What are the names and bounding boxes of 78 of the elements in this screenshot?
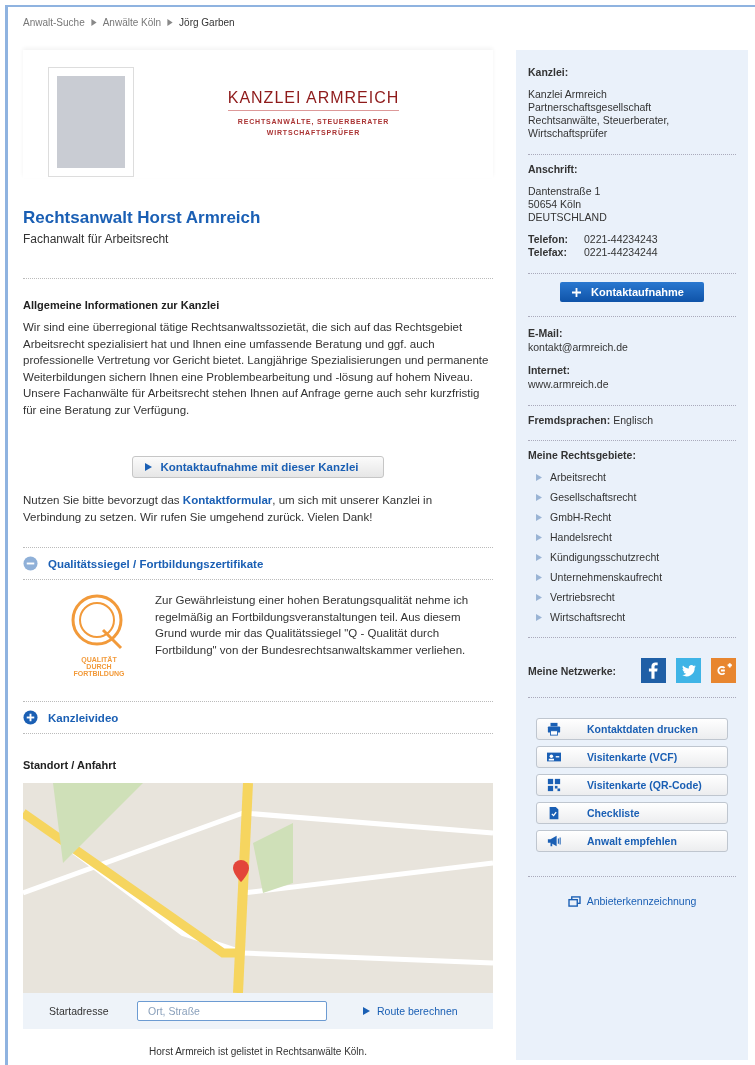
field-label: Meine Rechtsgebiete: [528,449,637,461]
arrow-icon [536,473,542,481]
section-heading: Standort / Anfahrt [23,759,118,771]
arrow-icon [536,553,542,561]
field-label: Kanzlei: [528,66,570,78]
expand-icon [23,710,38,725]
route-link[interactable]: Route berechnen [363,1005,458,1017]
practice-area-link[interactable]: Vertriebsrecht [550,591,615,603]
bird-icon[interactable] [676,658,701,683]
seal-description: Zur Gewährleistung einer hohen Beratungsqualität nehme ich regelmäßig an Fortbildungsveranstaltungen teil. Aus diesem Grund wurde mir das Qualitätssiegel "Q - Qualität durch Fortbildung" von der Bundesrechtsanwaltskammer verliehen. [155,593,470,658]
arrow-icon [536,533,542,541]
document-check-icon [547,806,561,820]
firm-name-line: Partnerschaftsgesellschaft [528,101,653,114]
contact-button[interactable]: Kontaktaufnahme mit dieser Kanzlei [132,456,384,478]
arrow-icon [536,573,542,581]
practice-area-link[interactable]: Arbeitsrecht [550,471,607,483]
firm-description: Wir sind eine überregional tätige Rechtsanwaltssozietät, die sich auf das Rechtsgebiet Arbeitsrecht spezialisiert hat und Ihnen eine umfassende Beratung und ggf. auch professionelle Vertretung vor Gericht bietet. Langjährige Spezialisierungen und permanente Weiterbildungen sichern Ihnen eine Problembearbeitung und -lösung auf hohem Niveau. Unsere Fachanwälte für Arbeitsrecht stehen Ihnen auf Anfrage gerne auch sehr kurzfristig für eine Beratung zur Verfügung. [23,320,490,418]
logo-title: KANZLEI ARMREICH [227,88,400,111]
phone-label: Telefon: [528,233,570,246]
play-icon [363,1007,370,1015]
firm-name-line: Wirtschaftsprüfer [528,127,609,140]
google-plus-icon[interactable] [711,658,736,683]
practice-area-link[interactable]: Wirtschaftsrecht [550,611,626,623]
arrow-icon [90,18,97,26]
action-button[interactable]: Visitenkarte (VCF) [536,746,728,768]
firm-name-line: Kanzlei Armreich [528,88,608,101]
website-url[interactable]: www.armreich.de [528,378,736,391]
imprint-link[interactable]: Anbieterkennzeichnung [567,895,697,907]
accordion-header[interactable]: Kanzleivideo [23,702,493,733]
action-button[interactable]: Checkliste [536,802,728,824]
arrow-icon [536,513,542,521]
contact-note: Nutzen Sie bitte bevorzugt das Kontaktformular, um sich mit unserer Kanzlei in Verbindung zu setzen. Wir rufen Sie umgehend zurück. Vielen Dank! [23,493,434,525]
email-address[interactable]: kontakt@armreich.de [528,341,736,354]
practice-area-link[interactable]: GmbH-Recht [550,511,612,523]
contact-form-link[interactable]: Kontaktformular [182,494,273,506]
printer-icon [547,722,561,736]
practice-area-link[interactable]: Gesellschaftsrecht [550,491,637,503]
practice-area-link[interactable]: Unternehmenskaufrecht [550,571,663,583]
field-label: Internet: [528,364,571,376]
action-button[interactable]: Visitenkarte (QR-Code) [536,774,728,796]
windows-icon [567,895,581,907]
arrow-icon [536,593,542,601]
firm-name-line: Rechtsanwälte, Steuerberater, [528,114,671,127]
practice-area-link[interactable]: Kündigungsschutzrecht [550,551,660,563]
collapse-icon [23,556,38,571]
facebook-icon[interactable] [641,658,666,683]
megaphone-icon [547,834,561,848]
arrow-icon [536,613,542,621]
field-label: Meine Netzwerke: [528,664,617,677]
play-icon [145,463,153,471]
languages-value: Englisch [613,414,653,426]
address-line: 50654 Köln [528,198,583,211]
qr-code-icon [547,778,561,792]
id-card-icon [547,750,561,764]
address-line: Dantenstraße 1 [528,185,602,198]
breadcrumb-link[interactable]: Anwälte Köln [102,16,162,28]
start-address-label: Startadresse [49,1005,110,1017]
field-label: Fremdsprachen: [528,414,611,426]
field-label: E-Mail: [528,327,564,339]
section-heading: Allgemeine Informationen zur Kanzlei [23,299,221,311]
accordion-header[interactable]: Qualitätssiegel / Fortbildungszertifikate [23,548,493,579]
contact-button[interactable]: Kontaktaufnahme [560,282,704,302]
phone-number: 0221-44234244 [584,246,658,259]
address-line: DEUTSCHLAND [528,211,608,224]
action-button[interactable]: Kontaktdaten drucken [536,718,728,740]
action-button[interactable]: Anwalt empfehlen [536,830,728,852]
plus-icon [572,287,582,297]
phone-number: 0221-44234243 [584,233,658,246]
arrow-icon [167,18,174,26]
lawyer-specialty: Fachanwalt für Arbeitsrecht [23,232,170,246]
listing-note: Horst Armreich ist gelistet in Rechtsanwälte Köln. [148,1046,368,1057]
practice-area-link[interactable]: Handelsrecht [550,531,612,543]
field-label: Anschrift: [528,163,579,175]
phone-label: Telefax: [528,246,568,259]
breadcrumb-link[interactable]: Anwalt-Suche [23,16,85,28]
lawyer-name: Rechtsanwalt Horst Armreich [23,208,262,228]
arrow-icon [536,493,542,501]
start-address-field[interactable]: Ort, Straße [137,1001,327,1021]
